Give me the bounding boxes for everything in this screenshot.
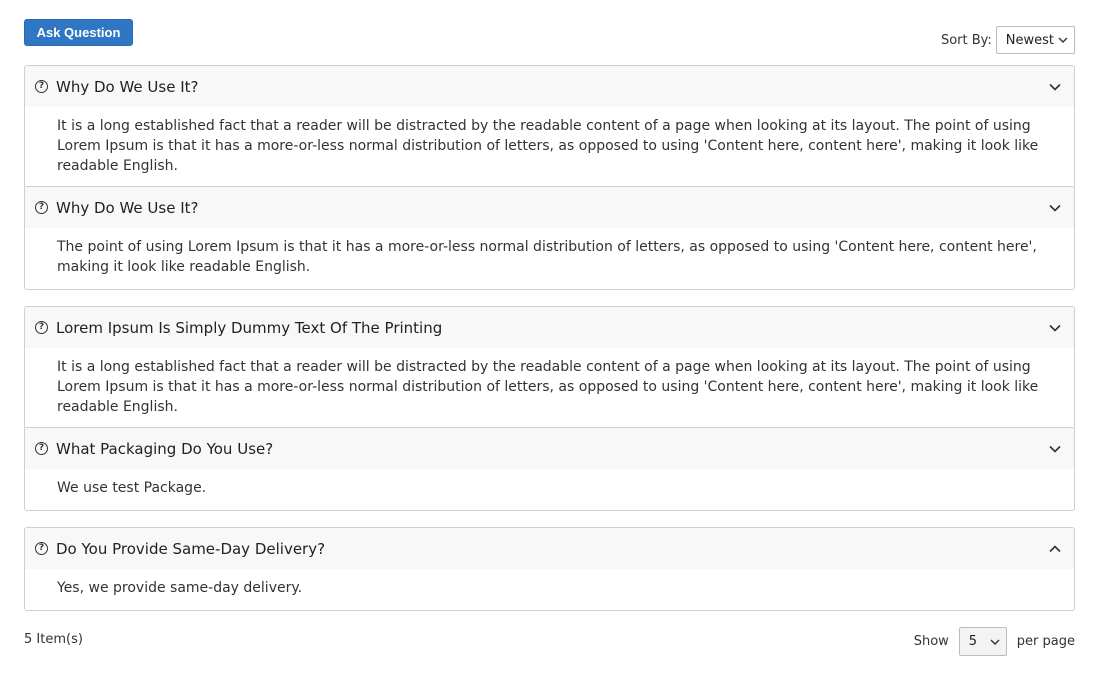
faq-answer: It is a long established fact that a rea…: [57, 359, 1039, 415]
faq-header[interactable]: ? Lorem Ipsum Is Simply Dummy Text Of Th…: [25, 307, 1074, 348]
per-page-control: Show 5 per page: [914, 627, 1075, 656]
faq-question: What Packaging Do You Use?: [56, 439, 274, 458]
faq-header[interactable]: ? What Packaging Do You Use?: [25, 428, 1074, 469]
faq-header[interactable]: ? Why Do We Use It?: [25, 66, 1074, 107]
faq-answer: Yes, we provide same-day delivery.: [57, 580, 303, 596]
chevron-down-icon[interactable]: [1048, 321, 1062, 335]
chevron-up-icon[interactable]: [1048, 542, 1062, 556]
sort-label: Sort By:: [940, 32, 992, 48]
faq-item: ? Lorem Ipsum Is Simply Dummy Text Of Th…: [24, 306, 1075, 430]
faq-answer: The point of using Lorem Ipsum is that i…: [57, 239, 1037, 275]
question-circle-icon: ?: [35, 542, 48, 555]
faq-header[interactable]: ? Do You Provide Same-Day Delivery?: [25, 528, 1074, 569]
chevron-down-icon: [1058, 37, 1068, 43]
ask-question-button[interactable]: Ask Question: [24, 19, 133, 46]
per-page-label: per page: [1016, 634, 1075, 649]
faq-page: Ask Question Sort By: Newest ? Why Do We…: [0, 0, 1094, 677]
faq-item: ? Do You Provide Same-Day Delivery? Yes,…: [24, 527, 1075, 611]
question-circle-icon: ?: [35, 442, 48, 455]
question-circle-icon: ?: [35, 321, 48, 334]
sort-control: Sort By: Newest: [941, 26, 1075, 54]
faq-item: ? Why Do We Use It? It is a long establi…: [24, 65, 1075, 189]
sort-select-value: Newest: [1005, 32, 1054, 48]
per-page-select[interactable]: 5: [958, 627, 1007, 656]
faq-question: Why Do We Use It?: [56, 77, 199, 96]
faq-question: Do You Provide Same-Day Delivery?: [56, 539, 326, 558]
chevron-down-icon[interactable]: [1048, 201, 1062, 215]
sort-select[interactable]: Newest: [995, 26, 1075, 54]
chevron-down-icon: [990, 639, 1000, 645]
faq-item: ? What Packaging Do You Use? We use test…: [24, 427, 1075, 511]
faq-question: Lorem Ipsum Is Simply Dummy Text Of The …: [56, 318, 443, 337]
faq-header[interactable]: ? Why Do We Use It?: [25, 187, 1074, 228]
chevron-down-icon[interactable]: [1048, 442, 1062, 456]
item-count: 5 Item(s): [24, 632, 83, 647]
faq-answer: It is a long established fact that a rea…: [57, 118, 1039, 174]
question-circle-icon: ?: [35, 201, 48, 214]
faq-question: Why Do We Use It?: [56, 198, 199, 217]
faq-item: ? Why Do We Use It? The point of using L…: [24, 186, 1075, 290]
show-label: Show: [913, 634, 949, 649]
chevron-down-icon[interactable]: [1048, 80, 1062, 94]
faq-answer: We use test Package.: [57, 480, 207, 496]
per-page-value: 5: [968, 634, 978, 649]
question-circle-icon: ?: [35, 80, 48, 93]
